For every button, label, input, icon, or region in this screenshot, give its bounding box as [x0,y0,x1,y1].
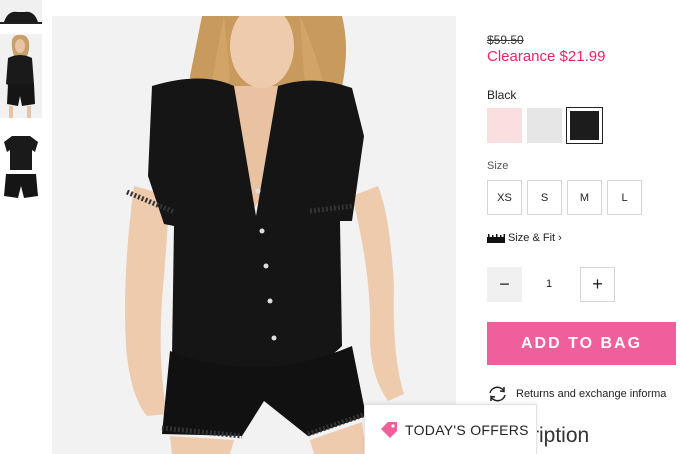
description-heading: ription [532,424,590,447]
quantity-increase-button[interactable]: + [580,267,615,302]
thumbnail-3[interactable] [0,128,42,204]
size-fit-link[interactable]: Size & Fit › [487,232,562,244]
todays-offers-label: TODAY'S OFFERS [405,421,529,438]
quantity-value[interactable]: 1 [534,278,564,290]
thumbnail-2[interactable] [0,34,42,118]
refresh-arrows-icon [489,386,506,402]
ruler-icon [487,233,505,243]
size-button-s[interactable]: S [527,180,562,215]
returns-text: Returns and exchange informa [516,388,667,400]
size-fit-label: Size & Fit [508,232,556,244]
size-button-m[interactable]: M [567,180,602,215]
clearance-price: Clearance $21.99 [487,48,606,65]
product-main-image [52,16,456,454]
price-tag-icon [381,421,397,438]
quantity-decrease-button[interactable]: − [487,267,522,302]
original-price: $59.50 [487,33,524,47]
chevron-right-icon: › [558,232,562,244]
size-button-l[interactable]: L [607,180,642,215]
selected-color-label: Black [487,88,517,102]
thumbnail-strip [0,0,43,454]
returns-info-link[interactable]: Returns and exchange informa [487,385,680,403]
color-swatch-pink[interactable] [487,108,522,143]
color-swatch-black[interactable] [566,107,603,144]
add-to-bag-button[interactable]: ADD TO BAG [487,322,676,365]
size-button-xs[interactable]: XS [487,180,522,215]
color-swatch-gray[interactable] [527,108,562,143]
product-panel: $59.50 Clearance $21.99 Black Size XS S … [487,0,680,454]
thumbnail-1[interactable] [0,0,42,24]
size-label: Size [487,160,509,172]
todays-offers-tab[interactable]: TODAY'S OFFERS [364,404,537,454]
